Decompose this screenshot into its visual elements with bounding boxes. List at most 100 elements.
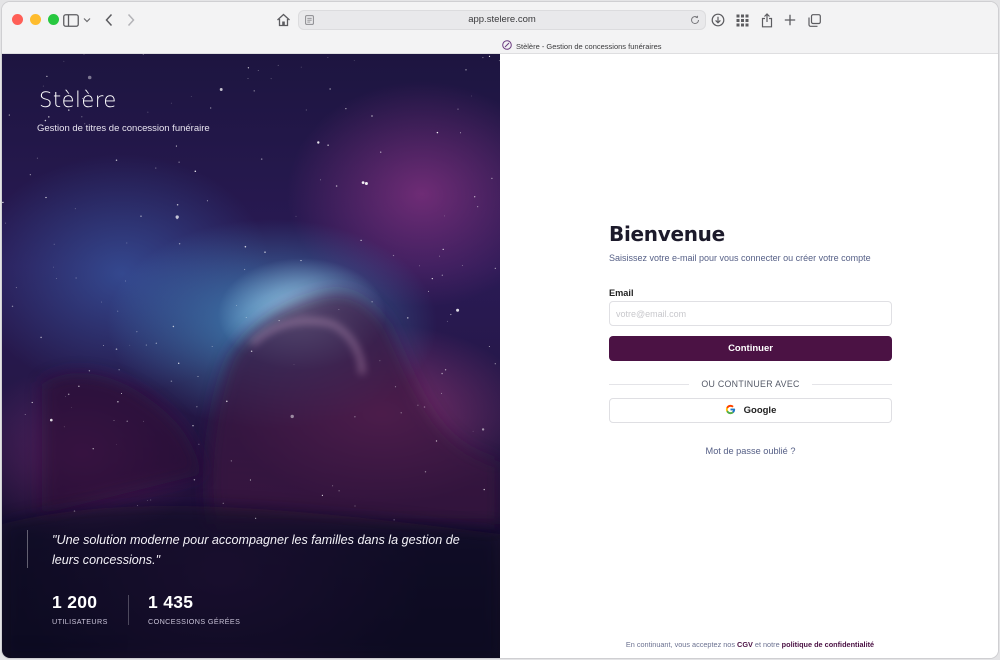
- star: [87, 75, 92, 80]
- star: [71, 406, 72, 408]
- star: [249, 479, 251, 481]
- chevron-left-icon[interactable]: [100, 11, 118, 29]
- star: [371, 115, 373, 117]
- star: [482, 57, 484, 59]
- star: [115, 159, 118, 161]
- star: [170, 380, 173, 383]
- zoom-window-button[interactable]: [48, 14, 59, 25]
- star: [380, 151, 382, 153]
- star: [222, 502, 224, 504]
- star: [488, 55, 491, 58]
- cgv-link[interactable]: CGV: [737, 640, 753, 649]
- star: [439, 255, 441, 257]
- star: [118, 369, 120, 371]
- reload-icon[interactable]: [688, 12, 702, 28]
- star: [81, 116, 83, 118]
- chevron-right-icon[interactable]: [122, 11, 140, 29]
- star: [56, 278, 57, 279]
- star: [494, 267, 496, 269]
- footer-text: et notre: [754, 640, 780, 649]
- star: [361, 181, 365, 184]
- stat-label: CONCESSIONS GÉRÉES: [148, 617, 241, 626]
- stelere-favicon-icon: [502, 37, 512, 55]
- star: [113, 420, 115, 421]
- star: [436, 131, 439, 134]
- star: [140, 215, 142, 217]
- close-window-button[interactable]: [12, 14, 23, 25]
- grid-icon[interactable]: [733, 11, 751, 29]
- star: [338, 490, 340, 492]
- minimize-window-button[interactable]: [30, 14, 41, 25]
- google-signin-button[interactable]: Google: [609, 398, 892, 423]
- star: [102, 345, 104, 346]
- home-icon[interactable]: [274, 11, 292, 29]
- star: [192, 425, 194, 427]
- address-bar[interactable]: app.stelere.com: [298, 10, 706, 30]
- star: [456, 308, 460, 312]
- star: [491, 177, 493, 180]
- star: [245, 317, 247, 319]
- star: [136, 331, 138, 333]
- page-title: Bienvenue: [609, 222, 725, 246]
- hero-panel: Stèlère Gestion de titres de concession …: [2, 54, 500, 658]
- star: [477, 206, 479, 208]
- star: [126, 242, 128, 244]
- browser-toolbar: app.stelere.com: [2, 2, 998, 38]
- star: [327, 57, 329, 58]
- star: [147, 500, 148, 501]
- star: [219, 88, 223, 91]
- tab-active[interactable]: Stèlère - Gestion de concessions funérai…: [502, 39, 662, 53]
- star: [45, 196, 47, 199]
- star: [129, 344, 131, 346]
- hero-tagline: Gestion de titres de concession funérair…: [37, 123, 210, 134]
- star: [210, 107, 212, 109]
- star: [244, 245, 247, 248]
- star: [465, 69, 467, 71]
- star: [116, 444, 117, 445]
- star: [345, 108, 347, 110]
- forgot-password-link[interactable]: Mot de passe oublié ?: [609, 446, 892, 456]
- tab-title: Stèlère - Gestion de concessions funérai…: [516, 41, 662, 51]
- star: [194, 170, 197, 173]
- star: [67, 393, 70, 396]
- download-icon[interactable]: [709, 11, 727, 29]
- star: [196, 406, 198, 408]
- star: [379, 360, 381, 362]
- star: [198, 443, 200, 445]
- sidebar-icon[interactable]: [62, 11, 80, 29]
- star: [354, 416, 356, 418]
- star: [53, 266, 54, 268]
- star: [31, 401, 33, 404]
- star: [441, 372, 443, 375]
- star: [494, 363, 496, 365]
- star: [193, 479, 196, 481]
- star: [270, 78, 272, 80]
- star: [92, 448, 94, 450]
- legal-footer: En continuant, vous acceptez nos CGV et …: [500, 640, 998, 649]
- star: [295, 215, 297, 217]
- stat-users: 1 200 UTILISATEURS: [52, 592, 108, 626]
- tab-bar: Stèlère - Gestion de concessions funérai…: [2, 38, 998, 54]
- star: [178, 243, 181, 245]
- star: [319, 179, 321, 181]
- email-field[interactable]: [609, 301, 892, 326]
- star: [197, 375, 199, 377]
- star: [53, 243, 55, 245]
- star: [74, 208, 76, 210]
- privacy-policy-link[interactable]: politique de confidentialité: [782, 640, 874, 649]
- share-icon[interactable]: [758, 11, 776, 29]
- hero-quote: "Une solution moderne pour accompagner l…: [52, 533, 460, 567]
- star: [253, 90, 255, 92]
- star: [11, 305, 14, 308]
- star: [435, 440, 438, 442]
- chevron-down-icon[interactable]: [82, 11, 92, 29]
- star: [443, 215, 445, 217]
- star: [8, 114, 10, 116]
- plus-icon[interactable]: [781, 11, 799, 29]
- login-panel: Bienvenue Saisissez votre e-mail pour vo…: [500, 54, 998, 658]
- star: [44, 119, 47, 122]
- star: [300, 66, 302, 68]
- tabs-icon[interactable]: [805, 11, 823, 29]
- star: [29, 174, 31, 176]
- continue-button[interactable]: Continuer: [609, 336, 892, 361]
